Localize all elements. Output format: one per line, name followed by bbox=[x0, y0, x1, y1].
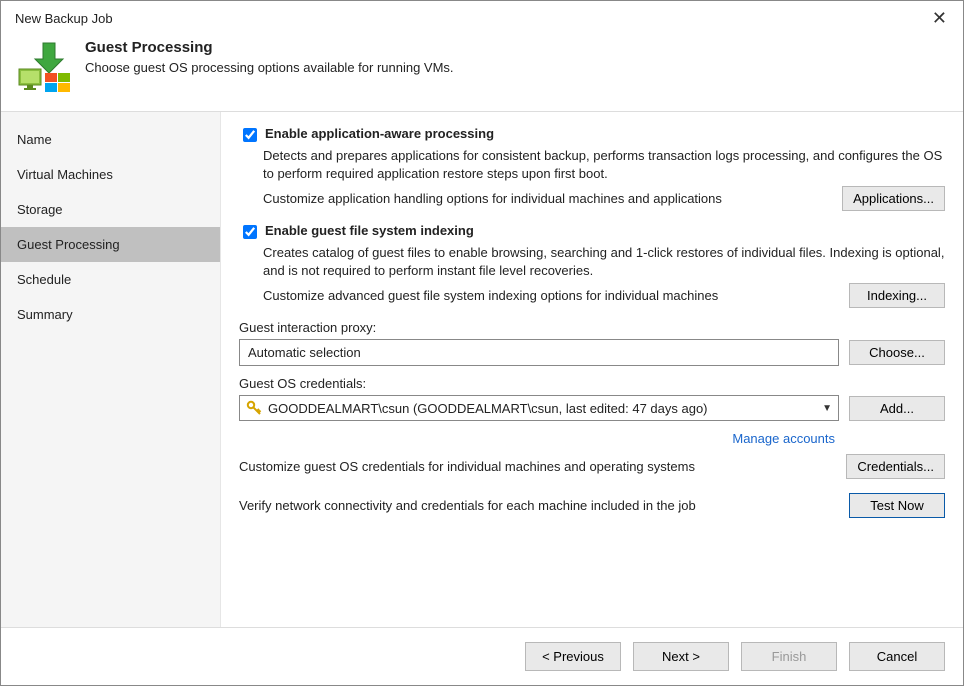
wizard-steps: Name Virtual Machines Storage Guest Proc… bbox=[1, 112, 221, 627]
guest-processing-icon bbox=[15, 39, 75, 95]
indexing-customize-row: Customize advanced guest file system ind… bbox=[263, 283, 945, 308]
titlebar: New Backup Job ✕ bbox=[1, 1, 963, 31]
creds-value: GOODDEALMART\csun (GOODDEALMART\csun, la… bbox=[268, 401, 822, 416]
creds-customize-text: Customize guest OS credentials for indiv… bbox=[239, 459, 846, 474]
app-aware-customize-text: Customize application handling options f… bbox=[263, 191, 842, 206]
verify-row: Verify network connectivity and credenti… bbox=[239, 493, 945, 518]
credentials-button[interactable]: Credentials... bbox=[846, 454, 945, 479]
next-button[interactable]: Next > bbox=[633, 642, 729, 671]
content: Enable application-aware processing Dete… bbox=[221, 112, 963, 627]
footer: < Previous Next > Finish Cancel bbox=[1, 627, 963, 685]
header: Guest Processing Choose guest OS process… bbox=[1, 31, 963, 112]
previous-button[interactable]: < Previous bbox=[525, 642, 621, 671]
verify-text: Verify network connectivity and credenti… bbox=[239, 498, 849, 513]
page-subtitle: Choose guest OS processing options avail… bbox=[85, 60, 454, 75]
proxy-field[interactable]: Automatic selection bbox=[239, 339, 839, 366]
cancel-button[interactable]: Cancel bbox=[849, 642, 945, 671]
chevron-down-icon: ▼ bbox=[822, 403, 832, 414]
finish-button: Finish bbox=[741, 642, 837, 671]
close-icon[interactable]: ✕ bbox=[928, 9, 951, 27]
app-aware-checkbox[interactable] bbox=[243, 128, 257, 142]
app-aware-customize-row: Customize application handling options f… bbox=[263, 186, 945, 211]
indexing-checkbox[interactable] bbox=[243, 225, 257, 239]
app-aware-row: Enable application-aware processing bbox=[239, 126, 945, 145]
key-icon bbox=[246, 400, 262, 416]
indexing-button[interactable]: Indexing... bbox=[849, 283, 945, 308]
app-aware-label: Enable application-aware processing bbox=[265, 126, 494, 141]
sidebar-item-guest-processing[interactable]: Guest Processing bbox=[1, 227, 220, 262]
sidebar-item-schedule[interactable]: Schedule bbox=[1, 262, 220, 297]
sidebar-item-virtual-machines[interactable]: Virtual Machines bbox=[1, 157, 220, 192]
page-title: Guest Processing bbox=[85, 39, 454, 56]
dialog-window: New Backup Job ✕ Guest Processing Choose bbox=[0, 0, 964, 686]
creds-row: GOODDEALMART\csun (GOODDEALMART\csun, la… bbox=[239, 395, 945, 421]
manage-accounts-link[interactable]: Manage accounts bbox=[239, 431, 835, 446]
body: Name Virtual Machines Storage Guest Proc… bbox=[1, 112, 963, 627]
indexing-label: Enable guest file system indexing bbox=[265, 223, 474, 238]
indexing-desc: Creates catalog of guest files to enable… bbox=[263, 244, 945, 279]
creds-customize-row: Customize guest OS credentials for indiv… bbox=[239, 454, 945, 479]
creds-label: Guest OS credentials: bbox=[239, 376, 945, 391]
app-aware-desc: Detects and prepares applications for co… bbox=[263, 147, 945, 182]
proxy-label: Guest interaction proxy: bbox=[239, 320, 945, 335]
choose-proxy-button[interactable]: Choose... bbox=[849, 340, 945, 365]
indexing-row: Enable guest file system indexing bbox=[239, 223, 945, 242]
creds-dropdown[interactable]: GOODDEALMART\csun (GOODDEALMART\csun, la… bbox=[239, 395, 839, 421]
sidebar-item-summary[interactable]: Summary bbox=[1, 297, 220, 332]
header-text: Guest Processing Choose guest OS process… bbox=[85, 39, 454, 75]
add-creds-button[interactable]: Add... bbox=[849, 396, 945, 421]
sidebar-item-name[interactable]: Name bbox=[1, 122, 220, 157]
indexing-customize-text: Customize advanced guest file system ind… bbox=[263, 288, 849, 303]
applications-button[interactable]: Applications... bbox=[842, 186, 945, 211]
proxy-row: Automatic selection Choose... bbox=[239, 339, 945, 366]
window-title: New Backup Job bbox=[15, 11, 113, 26]
proxy-value: Automatic selection bbox=[248, 345, 361, 360]
test-now-button[interactable]: Test Now bbox=[849, 493, 945, 518]
sidebar-item-storage[interactable]: Storage bbox=[1, 192, 220, 227]
